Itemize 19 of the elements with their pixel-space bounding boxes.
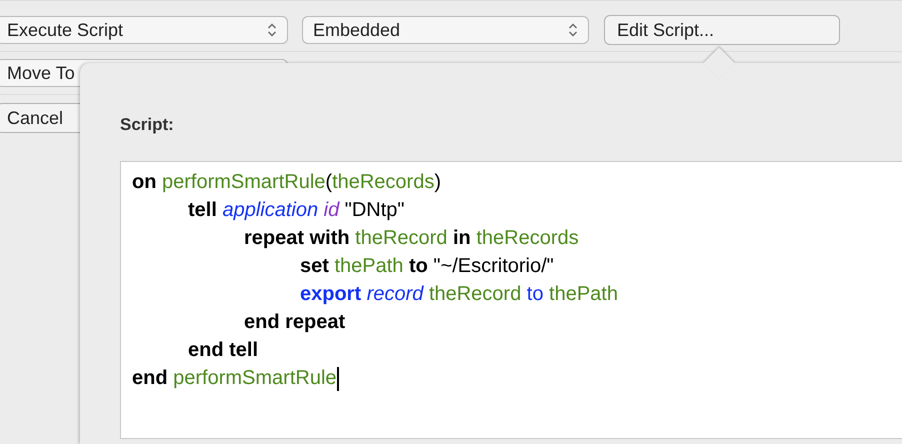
script-editor[interactable] xyxy=(120,161,902,439)
code-line: export record theRecord to thePath xyxy=(300,282,618,307)
code-line: end tell xyxy=(188,338,258,363)
popup-value: Move To xyxy=(7,62,75,84)
source-popup[interactable]: Embedded xyxy=(302,16,589,44)
script-label: Script: xyxy=(120,115,175,136)
code-line: repeat with theRecord in theRecords xyxy=(244,226,579,251)
code-line: end repeat xyxy=(244,310,346,335)
code-line: end performSmartRule xyxy=(132,366,339,392)
text-cursor xyxy=(336,366,339,391)
popup-value: Embedded xyxy=(313,20,400,40)
edit-script-button[interactable]: Edit Script... xyxy=(604,15,840,45)
code-line: on performSmartRule(theRecords) xyxy=(132,170,442,195)
code-line: set thePath to "~/Escritorio/" xyxy=(300,254,554,279)
action-popup[interactable]: Execute Script xyxy=(0,16,288,44)
chevron-updown-icon xyxy=(568,22,578,38)
popup-value: Execute Script xyxy=(7,20,124,40)
chevron-updown-icon xyxy=(267,22,277,38)
code-line: tell application id "DNtp" xyxy=(188,198,405,223)
